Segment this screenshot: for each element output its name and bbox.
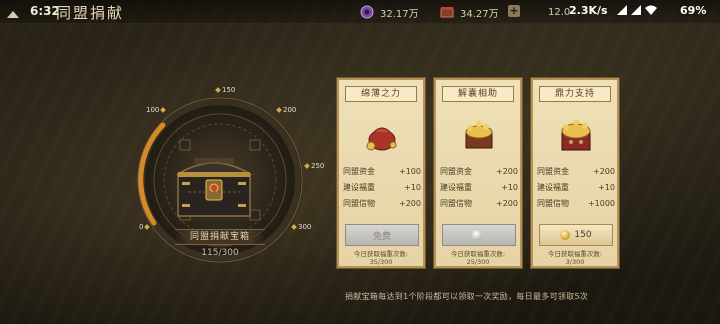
footer-note: 捐献宝箱每达到1个阶段都可以领取一次奖励，每日最多可领取5次 [345,292,589,301]
card-reward-row: 建设福重 +10 [537,183,615,192]
card-title: 鼎力支持 [539,86,611,102]
milestone-diamond-icon [144,224,151,230]
silver-coin-icon [472,230,482,240]
resource-gold[interactable]: 12.0 [548,4,570,20]
donate-free-button[interactable]: 免费 [345,224,419,246]
status-icons [617,5,657,15]
card-reward-row: 同盟信物 +200 [343,199,421,208]
signal-icon [617,5,627,15]
milestone-diamond-icon [304,163,310,169]
network-speed: 2.3K/s [569,4,608,17]
gold-chest-icon [561,119,591,151]
progress-text: 115/300 [201,248,239,258]
coin-pouch-icon [366,127,397,151]
card-reward-row: 同盟资金 +200 [440,167,518,176]
donation-count: 今日获取福重次数: 25/300 [450,250,506,266]
donation-count: 今日获取福重次数: 35/300 [353,250,409,266]
milestone-200: 200 [276,106,296,114]
card-reward-row: 同盟资金 +200 [537,167,615,176]
donate-silver-button[interactable] [442,224,516,246]
milestone-300: 300 [291,223,311,231]
milestone-0: 0 [139,223,151,231]
card-reward-row: 建设福重 +10 [343,183,421,192]
card-reward-row: 建设福重 +10 [440,183,518,192]
card-reward-row: 同盟信物 +200 [440,199,518,208]
card-title: 绵薄之力 [345,86,417,102]
card-reward-row: 同盟信物 +1000 [537,199,615,208]
resource-red[interactable]: 34.27万 [440,4,499,20]
resource-purple[interactable]: 32.17万 [360,4,419,20]
resource-purple-value: 32.17万 [380,8,419,20]
back-arrow-icon[interactable] [6,5,20,19]
milestone-diamond-icon [276,107,282,113]
chest-label: 同盟捐献宝箱 [175,229,265,245]
donation-count: 今日获取福重次数: 3/300 [547,250,603,266]
card-title: 解囊相助 [442,86,514,102]
page-title: 同盟捐献 [56,4,125,22]
wifi-icon [645,5,657,15]
add-resource-button[interactable]: + [508,5,520,17]
gold-pile-icon [465,121,493,149]
resource-gold-value: 12.0 [548,6,571,18]
treasure-chest-icon[interactable] [172,150,256,220]
resource-red-value: 34.27万 [460,8,499,20]
milestone-diamond-icon [215,87,221,93]
donation-card-medium: 解囊相助 同盟资金 +200 建设福重 +10 同盟信物 +200 今日获取福重次数:… [434,78,522,268]
donation-card-large: 鼎力支持 同盟资金 +200 建设福重 +10 同盟信物 +1000 150 今日获取… [531,78,619,268]
milestone-150: 150 [215,86,235,94]
card-reward-row: 同盟资金 +100 [343,167,421,176]
donate-gold-button[interactable]: 150 [539,224,613,246]
red-box-icon [440,7,454,18]
purple-coin-icon [360,5,374,19]
milestone-diamond-icon [291,224,297,230]
top-bar: 6:32 同盟捐献 32.17万 34.27万 + 12.0 2.3K/s 69… [0,0,720,24]
battery-percent: 69% [680,4,707,17]
signal-icon-2 [631,5,641,15]
milestone-250: 250 [304,162,324,170]
donation-card-small: 绵薄之力 同盟资金 +100 建设福重 +10 同盟信物 +200 免费 今日获取福重… [337,78,425,268]
gold-coin-icon [560,230,571,240]
milestone-diamond-icon [160,107,167,113]
milestone-100: 100 [146,106,167,114]
